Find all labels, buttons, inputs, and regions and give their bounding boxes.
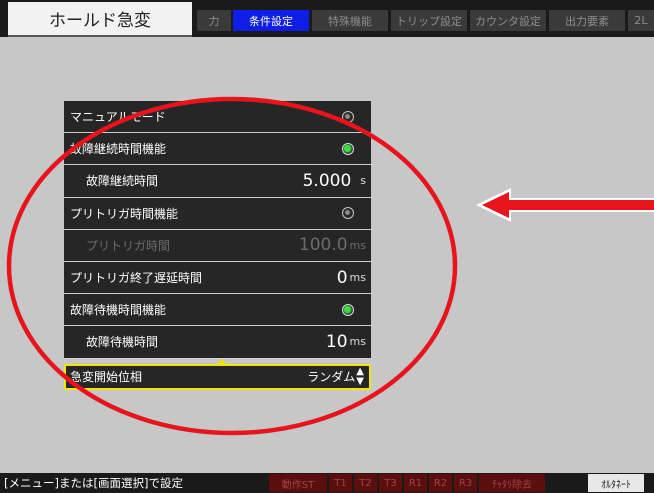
radio-on-icon[interactable]	[342, 142, 354, 155]
pretrigger-time-label: プリトリガ時間	[86, 238, 171, 253]
settings-panel: マニュアルモード 故障継続時間機能 故障継続時間 5.000 s プリトリガ時間…	[64, 101, 371, 390]
updown-arrows-icon[interactable]: ▲ ▼	[356, 366, 364, 387]
radio-on-icon[interactable]	[342, 303, 354, 316]
indicator-alternate: ｵﾙﾀﾈｰﾄ	[588, 474, 644, 492]
tab-condition-settings[interactable]: 条件設定	[233, 10, 309, 31]
fault-wait-function-row[interactable]: 故障待機時間機能	[64, 294, 371, 327]
status-bar: [メニュー]または[画面選択]で設定 動作ST T1 T2 T3 R1 R2 R…	[0, 473, 654, 493]
header-bar: ホールド急変 力 条件設定 特殊機能 トリップ設定 カウンタ設定 出力要素 2L	[0, 0, 654, 37]
pretrigger-time-unit: ms	[349, 238, 366, 252]
radio-off-icon[interactable]	[342, 207, 354, 220]
pretrigger-function-label: プリトリガ時間機能	[70, 206, 179, 221]
pretrigger-end-delay-value[interactable]: 0	[337, 268, 348, 288]
manual-mode-row[interactable]: マニュアルモード	[64, 101, 371, 134]
indicator-chatter-removal: ﾁｬﾀﾘ除去	[479, 474, 545, 492]
pretrigger-time-row: プリトリガ時間 100.0 ms	[64, 229, 371, 262]
tab-output-elements[interactable]: 出力要素	[549, 10, 625, 31]
title-underline	[8, 35, 192, 37]
fault-wait-function-label: 故障待機時間機能	[70, 303, 167, 318]
indicator-r2: R2	[429, 474, 452, 492]
sudden-change-phase-label: 急変開始位相	[70, 370, 143, 384]
tab-counter-settings[interactable]: カウンタ設定	[470, 10, 546, 31]
fault-duration-time-unit: s	[360, 174, 366, 188]
arrow-left-icon	[476, 188, 654, 222]
sudden-change-phase-select[interactable]: ランダム	[307, 368, 355, 385]
pretrigger-function-row[interactable]: プリトリガ時間機能	[64, 197, 371, 230]
indicator-t3: T3	[379, 474, 402, 492]
tab-special-functions[interactable]: 特殊機能	[312, 10, 388, 31]
manual-mode-label: マニュアルモード	[70, 110, 166, 125]
radio-off-icon[interactable]	[342, 110, 354, 123]
fault-duration-function-label: 故障継続時間機能	[70, 142, 167, 157]
indicator-t2: T2	[354, 474, 377, 492]
pretrigger-time-value: 100.0	[298, 235, 348, 256]
indicator-r3: R3	[454, 474, 477, 492]
pretrigger-end-delay-row[interactable]: プリトリガ終了遅延時間 0 ms	[64, 261, 371, 295]
pretrigger-end-delay-unit: ms	[349, 271, 366, 285]
status-hint: [メニュー]または[画面選択]で設定	[4, 476, 183, 490]
fault-wait-time-row[interactable]: 故障待機時間 10 ms	[64, 326, 371, 359]
fault-wait-time-unit: ms	[349, 335, 366, 349]
fault-duration-time-value[interactable]: 5.000	[303, 171, 352, 191]
tab-trip-settings[interactable]: トリップ設定	[391, 10, 467, 31]
selection-pointer-icon	[216, 358, 228, 366]
tab-input[interactable]: 力	[197, 10, 231, 31]
fault-duration-time-label: 故障継続時間	[86, 174, 159, 189]
fault-wait-time-label: 故障待機時間	[86, 335, 159, 350]
sudden-change-phase-row[interactable]: 急変開始位相 ランダム ▲ ▼	[64, 358, 371, 390]
screen-title: ホールド急変	[8, 2, 192, 35]
fault-duration-time-row[interactable]: 故障継続時間 5.000 s	[64, 165, 371, 198]
fault-duration-function-row[interactable]: 故障継続時間機能	[64, 133, 371, 166]
indicator-r1: R1	[404, 474, 427, 492]
indicator-operation-st: 動作ST	[269, 474, 327, 492]
fault-wait-time-value[interactable]: 10	[326, 332, 348, 352]
indicator-t1: T1	[329, 474, 352, 492]
pretrigger-end-delay-label: プリトリガ終了遅延時間	[70, 271, 203, 286]
tab-2l[interactable]: 2L	[628, 10, 654, 31]
